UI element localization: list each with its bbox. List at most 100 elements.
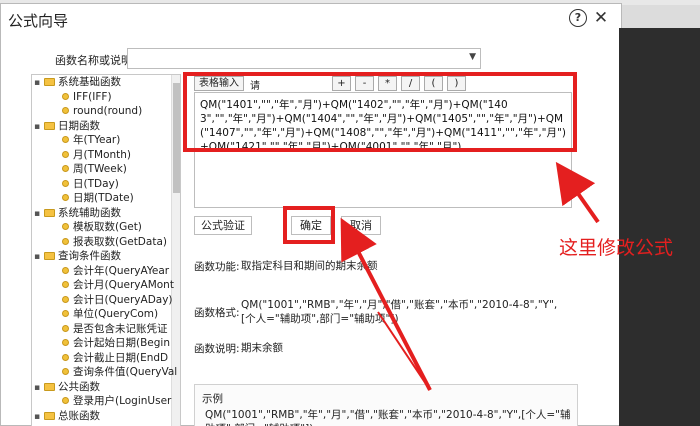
tree-item-label: 会计日(QueryADay): [73, 293, 173, 306]
tree-item-label: round(round): [73, 105, 143, 117]
function-purpose-value: 取指定科目和期间的期末余额: [241, 260, 378, 272]
tree-item-label: 查询条件值(QueryVal: [73, 366, 178, 378]
tree-item-label: IFF(IFF): [73, 90, 112, 103]
tree-item-label: 月(TMonth): [73, 148, 132, 161]
tree-item[interactable]: 日(TDay): [62, 177, 119, 191]
tree-item-label: 是否包含未记账凭证: [73, 322, 168, 335]
title-bar: 公式向导 ? ✕: [1, 4, 621, 34]
tree-group[interactable]: ▪ 日期函数: [34, 119, 100, 133]
dialog-title: 公式向导: [8, 12, 69, 30]
formula-highlight-box: [183, 72, 577, 152]
function-icon: [62, 223, 69, 230]
example-panel: 示例 QM("1001","RMB","年","月","借","账套","本币"…: [194, 384, 578, 426]
tree-item-label: 登录用户(LoginUser: [73, 395, 172, 407]
function-purpose-label: 函数功能:: [194, 261, 240, 273]
function-icon: [62, 310, 69, 317]
example-title: 示例: [202, 393, 223, 405]
tree-item-label: 会计年(QueryAYear: [73, 264, 170, 277]
function-icon: [62, 179, 69, 187]
tree-item[interactable]: 会计日(QueryADay): [62, 293, 173, 307]
folder-icon: [44, 121, 55, 130]
example-text: QM("1001","RMB","年","月","借","账套","本币","2…: [205, 409, 571, 426]
tree-item[interactable]: 日期(TDate): [62, 191, 134, 205]
tree-item[interactable]: 模板取数(Get): [62, 220, 142, 234]
folder-icon: [44, 411, 55, 420]
collapse-toggle-icon[interactable]: ▪: [34, 381, 44, 395]
function-icon: [62, 165, 69, 172]
tree-item-label: 总账函数: [58, 409, 100, 422]
folder-icon: [44, 382, 55, 391]
ok-button-highlight-box: [283, 206, 335, 244]
tree-group[interactable]: ▪ 公共函数: [34, 380, 100, 394]
tree-item-label: 周(TWeek): [73, 163, 127, 175]
collapse-toggle-icon[interactable]: ▪: [34, 250, 44, 264]
function-format-value: QM("1001","RMB","年","月","借","账套","本币","2…: [241, 299, 558, 325]
chevron-down-icon: ▼: [469, 52, 476, 62]
collapse-toggle-icon[interactable]: ▪: [34, 410, 44, 424]
tree-item[interactable]: 会计月(QueryAMont: [62, 278, 174, 292]
tree-item[interactable]: 会计截止日期(EndD: [62, 351, 168, 365]
folder-icon: [44, 208, 55, 217]
annotation-callout: 这里修改公式: [559, 237, 674, 259]
tree-group[interactable]: ▪ 系统辅助函数: [34, 206, 121, 220]
function-tree[interactable]: ▪ 系统基础函数 IFF(IFF) round(round) ▪ 日期函数年(TYear)…: [31, 74, 181, 426]
cancel-button[interactable]: 取消: [341, 216, 381, 235]
tree-item[interactable]: 会计年(QueryAYear: [62, 264, 169, 278]
function-icon: [62, 150, 69, 158]
tree-item[interactable]: 年(TYear): [62, 133, 120, 147]
tree-item[interactable]: round(round): [62, 104, 142, 118]
tree-item-label: 单位(QueryCom): [73, 308, 159, 320]
tree-item[interactable]: 周(TWeek): [62, 162, 127, 176]
help-icon[interactable]: ?: [569, 9, 587, 27]
verify-formula-button[interactable]: 公式验证: [194, 216, 252, 235]
tree-item-label: 会计月(QueryAMont: [73, 279, 174, 291]
function-format-label: 函数格式:: [194, 307, 240, 319]
tree-item-label: 系统辅助函数: [58, 206, 121, 219]
function-icon: [62, 397, 69, 404]
tree-group[interactable]: ▪ 总账函数: [34, 409, 100, 423]
function-desc-label: 函数说明:: [194, 343, 240, 355]
tree-scrollbar-thumb[interactable]: [173, 83, 180, 193]
tree-item[interactable]: 登录用户(LoginUser: [62, 394, 171, 408]
function-icon: [62, 237, 69, 245]
function-search-label: 函数名称或说明:: [55, 54, 136, 67]
tree-item-label: 会计起始日期(Begin: [73, 337, 170, 349]
function-icon: [62, 194, 69, 201]
function-icon: [62, 266, 69, 274]
function-icon: [62, 339, 69, 346]
tree-item[interactable]: 单位(QueryCom): [62, 307, 158, 321]
background-panel: [619, 28, 700, 426]
collapse-toggle-icon[interactable]: ▪: [34, 76, 44, 90]
function-icon: [62, 92, 69, 100]
function-search-select[interactable]: ▼: [127, 48, 481, 69]
tree-item-label: 查询条件函数: [58, 250, 121, 262]
function-icon: [62, 295, 69, 303]
function-icon: [62, 107, 69, 114]
function-desc-value: 期末余额: [241, 342, 283, 354]
tree-item-label: 模板取数(Get): [73, 221, 142, 233]
function-icon: [62, 353, 69, 361]
tree-item-label: 日(TDay): [73, 177, 119, 190]
function-icon: [62, 281, 69, 288]
function-icon: [62, 368, 69, 375]
close-icon[interactable]: ✕: [592, 9, 610, 27]
tree-item-label: 日期(TDate): [73, 192, 134, 204]
tree-item-label: 系统基础函数: [58, 76, 121, 88]
folder-icon: [44, 78, 55, 86]
tree-item[interactable]: 查询条件值(QueryVal: [62, 365, 177, 379]
tree-item[interactable]: 月(TMonth): [62, 148, 131, 162]
collapse-toggle-icon[interactable]: ▪: [34, 207, 44, 221]
tree-item-label: 日期函数: [58, 119, 100, 132]
tree-group[interactable]: ▪ 查询条件函数: [34, 249, 121, 263]
tree-item[interactable]: 是否包含未记账凭证: [62, 322, 168, 336]
collapse-toggle-icon[interactable]: ▪: [34, 120, 44, 134]
tree-item-label: 年(TYear): [73, 134, 121, 146]
tree-item[interactable]: 报表取数(GetData): [62, 235, 167, 249]
function-icon: [62, 136, 69, 143]
tree-item[interactable]: 会计起始日期(Begin: [62, 336, 170, 350]
tree-item-label: 公共函数: [58, 380, 100, 393]
tree-item[interactable]: IFF(IFF): [62, 90, 112, 104]
tree-group[interactable]: ▪ 系统基础函数: [34, 75, 121, 89]
function-icon: [62, 324, 69, 332]
tree-item-label: 报表取数(GetData): [73, 235, 167, 248]
